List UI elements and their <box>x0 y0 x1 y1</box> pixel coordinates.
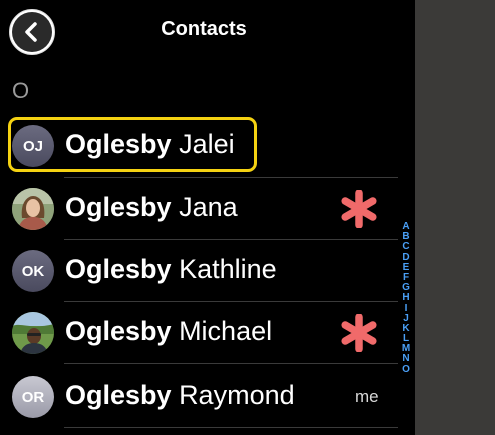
contact-last-name: Oglesby <box>65 192 172 222</box>
contact-first-name: Jana <box>179 192 238 222</box>
contact-name: Oglesby Kathline <box>65 254 277 285</box>
alphabet-index[interactable]: A B C D E F G H I J K L M N O <box>398 221 414 375</box>
contact-name: Oglesby Raymond <box>65 380 295 411</box>
avatar-initials: OK <box>21 262 45 280</box>
index-letter[interactable]: O <box>402 364 410 375</box>
contact-first-name: Kathline <box>179 254 277 284</box>
contact-row[interactable]: OR Oglesby Raymond me <box>0 366 400 428</box>
me-tag: me <box>355 387 379 406</box>
contact-row[interactable]: OK Oglesby Kathline <box>0 240 400 302</box>
side-panel <box>415 0 495 435</box>
contact-row[interactable]: Oglesby Jana <box>0 177 400 240</box>
photo-man-outdoor-icon <box>12 312 54 354</box>
contact-last-name: Oglesby <box>65 380 172 410</box>
avatar: OR <box>12 376 54 418</box>
favorite-asterisk-icon <box>341 314 377 352</box>
avatar: OK <box>12 250 54 292</box>
row-divider <box>64 363 398 364</box>
contact-first-name: Raymond <box>179 380 295 410</box>
contact-row[interactable]: Oglesby Michael <box>0 302 400 364</box>
row-divider <box>64 177 398 178</box>
contact-first-name: Michael <box>179 316 273 346</box>
focus-highlight <box>8 117 257 172</box>
row-divider <box>64 427 398 428</box>
contact-name: Oglesby Jana <box>65 192 238 223</box>
contact-last-name: Oglesby <box>65 254 172 284</box>
contacts-screen: Contacts O OJ Oglesby Jalei Oglesby Jana <box>0 0 415 435</box>
favorite-asterisk-icon <box>341 190 377 228</box>
section-header: O <box>12 78 30 103</box>
index-letter[interactable]: H <box>402 293 409 303</box>
contact-last-name: Oglesby <box>65 316 172 346</box>
avatar-initials: OR <box>21 388 45 406</box>
contact-name: Oglesby Michael <box>65 316 272 347</box>
photo-woman-icon <box>12 188 54 230</box>
page-title: Contacts <box>161 18 247 40</box>
